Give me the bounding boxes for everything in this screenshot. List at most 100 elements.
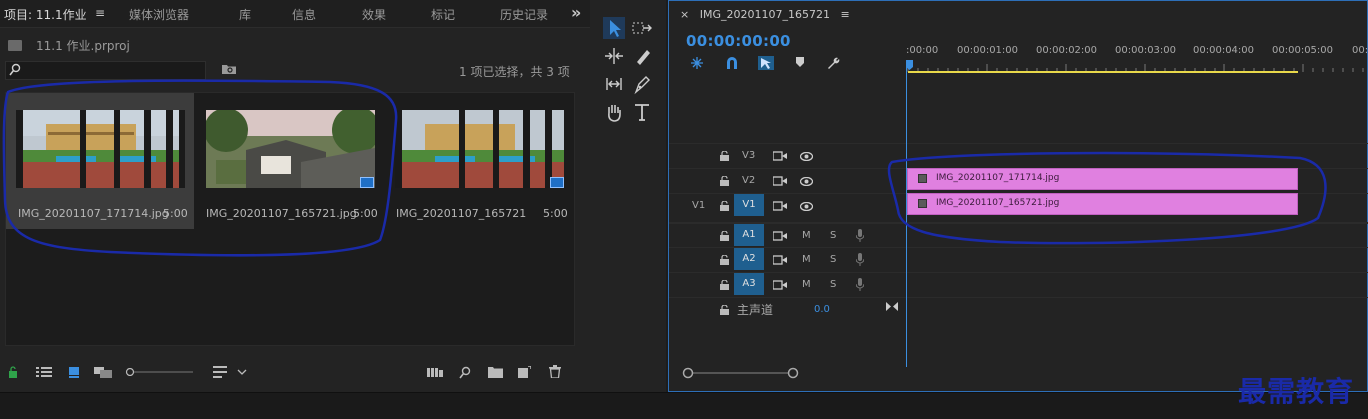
tab-markers[interactable]: 标记 xyxy=(431,6,455,23)
track-a1[interactable]: A1 M S xyxy=(669,222,1368,246)
pen-tool-icon[interactable] xyxy=(631,73,653,95)
ripple-edit-tool-icon[interactable] xyxy=(603,45,625,67)
clip-duration: 5:00 xyxy=(543,207,568,220)
chevron-down-icon[interactable] xyxy=(237,369,247,375)
add-marker-icon[interactable] xyxy=(795,56,805,68)
ruler-label: 00:00:04:00 xyxy=(1193,45,1255,56)
project-tab-menu-icon[interactable]: ≡ xyxy=(95,6,105,20)
clip-label: IMG_20201107_165721.jpg xyxy=(936,198,1060,208)
microphone-icon[interactable] xyxy=(856,278,864,291)
close-icon[interactable]: × xyxy=(680,8,689,21)
track-v3[interactable]: V3 xyxy=(669,143,1368,167)
tab-history[interactable]: 历史记录 xyxy=(500,6,550,23)
solo-button[interactable]: S xyxy=(830,254,836,265)
eye-icon[interactable] xyxy=(800,152,813,161)
track-a3[interactable]: A3 M S xyxy=(669,272,1368,296)
lock-icon[interactable] xyxy=(720,280,729,290)
track-a2[interactable]: A2 M S xyxy=(669,247,1368,271)
ruler-label: 00:00:01:00 xyxy=(957,45,1019,56)
clip-label: IMG_20201107_171714.jpg xyxy=(936,173,1060,183)
zoom-slider[interactable] xyxy=(125,368,195,376)
sequence-tab[interactable]: × IMG_20201107_165721 ≡ xyxy=(680,8,850,21)
linked-selection-icon[interactable] xyxy=(758,56,774,70)
microphone-icon[interactable] xyxy=(856,229,864,242)
track-name: V2 xyxy=(742,175,756,186)
go-to-end-icon[interactable] xyxy=(886,302,898,311)
wrench-icon[interactable] xyxy=(826,56,840,70)
tab-libraries[interactable]: 库 xyxy=(239,6,251,23)
lock-icon[interactable] xyxy=(720,255,729,265)
mute-button[interactable]: M xyxy=(802,254,811,265)
tools-panel xyxy=(590,0,666,392)
ruler-label: 00:00:02:00 xyxy=(1036,45,1098,56)
solo-button[interactable]: S xyxy=(830,230,836,241)
lock-icon[interactable] xyxy=(720,201,729,211)
tab-project[interactable]: 项目: 11.1作业 xyxy=(4,6,87,23)
snap-icon[interactable] xyxy=(725,56,739,70)
eye-icon[interactable] xyxy=(800,177,813,186)
solo-button[interactable]: S xyxy=(830,279,836,290)
mute-button[interactable]: M xyxy=(802,230,811,241)
track-name[interactable]: A1 xyxy=(734,224,764,246)
nest-snap-icon[interactable] xyxy=(690,56,704,70)
timeline-scrollbar[interactable] xyxy=(676,366,1236,380)
track-name[interactable]: A2 xyxy=(734,248,764,270)
tab-media-browser[interactable]: 媒体浏览器 xyxy=(129,6,189,23)
find-icon[interactable] xyxy=(459,366,471,379)
sync-lock-icon[interactable] xyxy=(773,231,787,241)
track-master[interactable]: 主声道 0.0 xyxy=(669,297,1368,321)
clip-thumbnail xyxy=(206,110,375,188)
sync-lock-icon[interactable] xyxy=(773,255,787,265)
lock-icon[interactable] xyxy=(720,176,729,186)
playhead-line[interactable] xyxy=(906,62,907,367)
sync-lock-icon[interactable] xyxy=(773,151,787,161)
hand-tool-icon[interactable] xyxy=(603,101,625,123)
selection-tool-icon[interactable] xyxy=(603,17,625,39)
new-search-bin-icon[interactable] xyxy=(221,63,237,75)
track-name[interactable]: A3 xyxy=(734,273,764,295)
search-input[interactable] xyxy=(5,61,206,80)
source-patch-v1[interactable]: V1 xyxy=(692,200,705,211)
eye-icon[interactable] xyxy=(800,202,813,211)
track-name[interactable]: V1 xyxy=(734,194,764,216)
sync-lock-icon[interactable] xyxy=(773,280,787,290)
tab-info[interactable]: 信息 xyxy=(292,6,316,23)
master-volume-value[interactable]: 0.0 xyxy=(814,304,830,315)
sort-icon[interactable] xyxy=(213,366,227,378)
new-bin-icon[interactable] xyxy=(488,366,503,378)
automate-to-sequence-icon[interactable] xyxy=(427,367,443,377)
sync-lock-icon[interactable] xyxy=(773,201,787,211)
clip-card[interactable]: IMG_20201107_165721 5:00 xyxy=(386,93,574,229)
track-select-tool-icon[interactable] xyxy=(631,17,653,39)
mute-button[interactable]: M xyxy=(802,279,811,290)
ruler-label: 00:00:03:00 xyxy=(1115,45,1177,56)
timeline-clip-v1[interactable]: IMG_20201107_165721.jpg xyxy=(907,193,1298,215)
playhead-timecode[interactable]: 00:00:00:00 xyxy=(686,32,791,50)
sequence-badge-icon xyxy=(360,177,374,188)
list-view-icon[interactable] xyxy=(36,367,52,378)
lock-icon[interactable] xyxy=(720,151,729,161)
write-protect-icon[interactable] xyxy=(8,366,18,378)
timeline-clip-v2[interactable]: IMG_20201107_171714.jpg xyxy=(907,168,1298,190)
razor-tool-icon[interactable] xyxy=(631,45,653,67)
tab-effects[interactable]: 效果 xyxy=(362,6,386,23)
sequence-menu-icon[interactable]: ≡ xyxy=(840,8,849,21)
watermark: 最需教育 xyxy=(1238,375,1355,408)
type-tool-icon[interactable] xyxy=(631,101,653,123)
new-item-icon[interactable] xyxy=(518,366,531,378)
tab-overflow-icon[interactable]: » xyxy=(571,3,581,22)
clip-card[interactable]: IMG_20201107_171714.jpg 5:00 xyxy=(6,93,194,229)
ruler-label: 00: xyxy=(1352,45,1368,56)
sync-lock-icon[interactable] xyxy=(773,176,787,186)
clip-card[interactable]: IMG_20201107_165721.jpg 5:00 xyxy=(196,93,384,229)
slip-tool-icon[interactable] xyxy=(603,73,625,95)
lock-icon[interactable] xyxy=(720,305,729,315)
lock-icon[interactable] xyxy=(720,231,729,241)
icon-view-icon[interactable] xyxy=(68,366,80,378)
project-file-name: 11.1 作业.prproj xyxy=(36,39,130,53)
clip-duration: 5:00 xyxy=(163,207,188,220)
trash-icon[interactable] xyxy=(549,365,561,378)
microphone-icon[interactable] xyxy=(856,253,864,266)
time-ruler[interactable]: :00:00 00:00:01:00 00:00:02:00 00:00:03:… xyxy=(906,40,1368,74)
freeform-view-icon[interactable] xyxy=(94,366,114,378)
